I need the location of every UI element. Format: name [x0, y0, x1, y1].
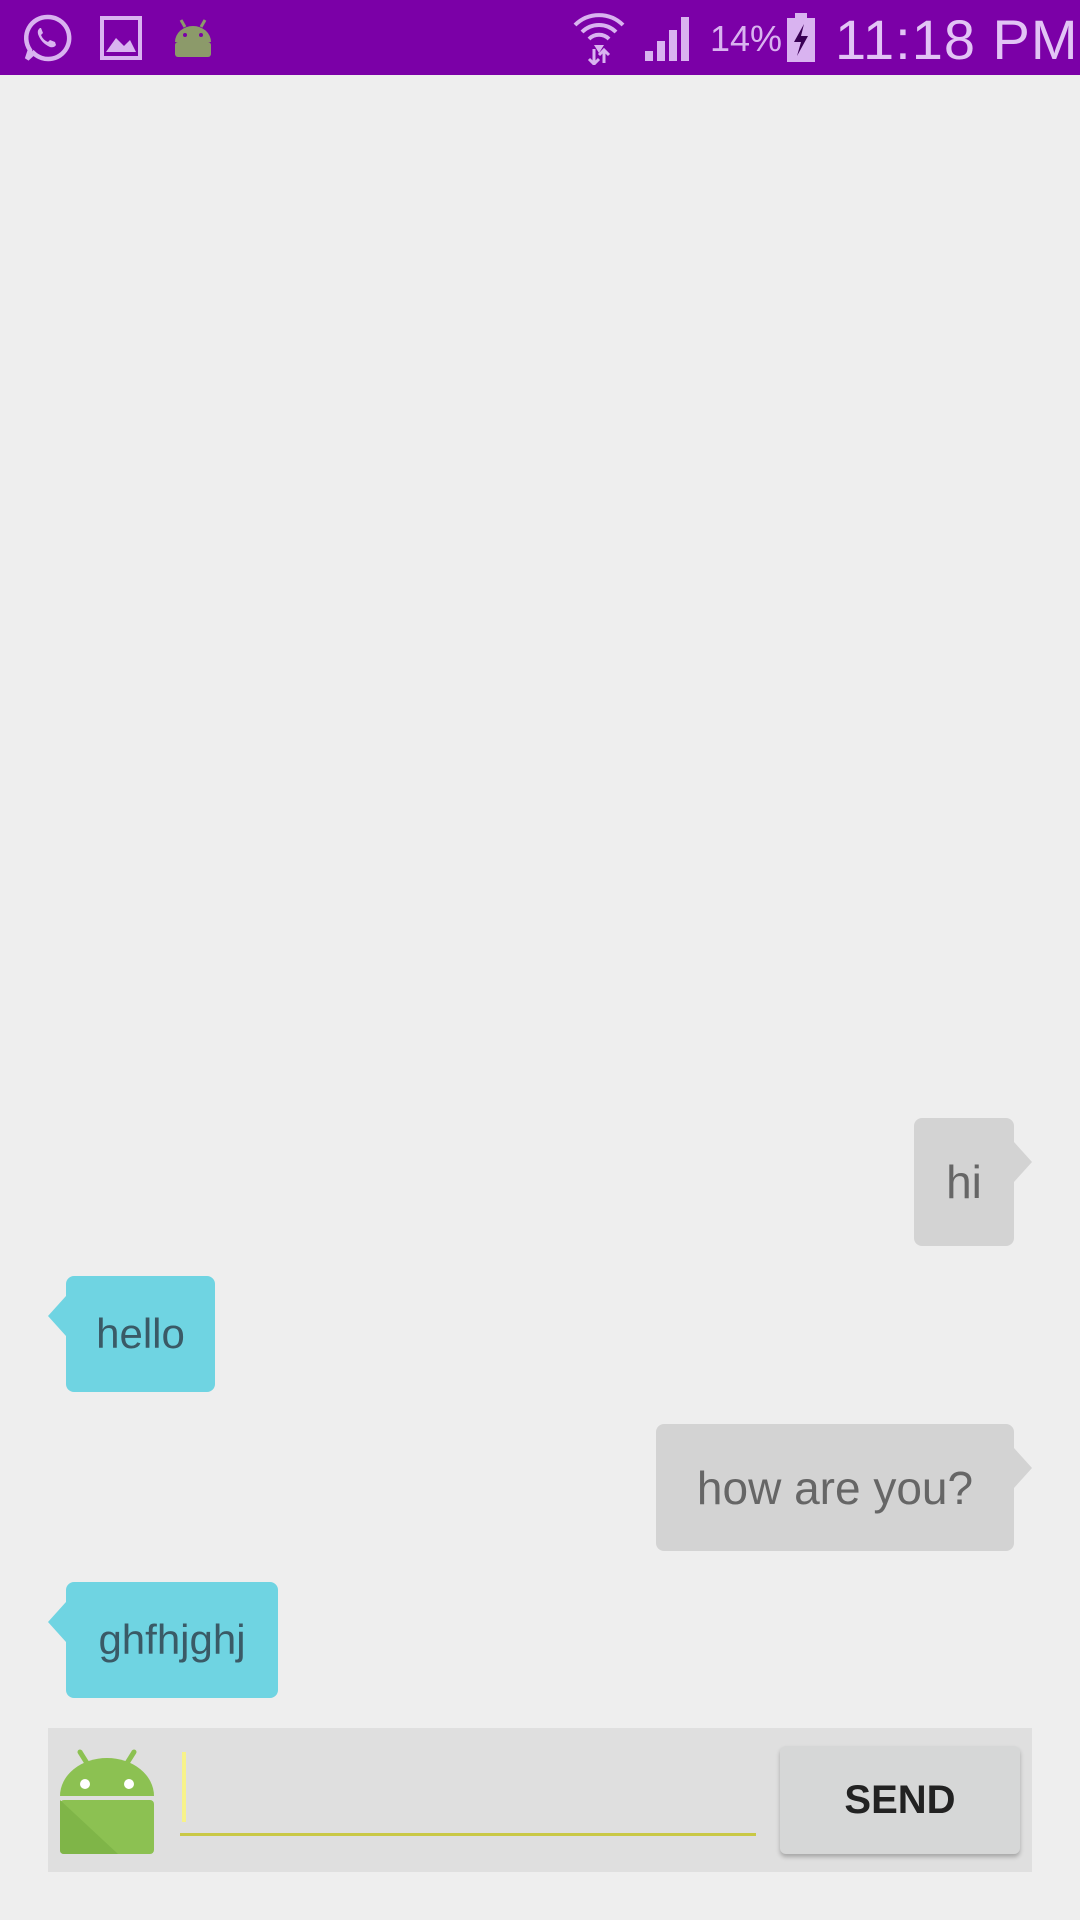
signal-icon — [642, 0, 696, 75]
send-button[interactable]: SEND — [780, 1746, 1020, 1854]
image-icon — [98, 0, 144, 75]
android-icon — [58, 1748, 156, 1856]
text-cursor — [182, 1752, 186, 1822]
battery-charging-icon — [784, 0, 818, 75]
message-bubble-incoming[interactable]: hello — [48, 1276, 215, 1392]
message-bubble-outgoing[interactable]: hi — [914, 1118, 1032, 1246]
wifi-icon — [572, 0, 626, 75]
message-composer: SEND — [48, 1728, 1032, 1872]
battery-percentage: 14% — [710, 18, 783, 59]
whatsapp-icon — [22, 0, 74, 75]
message-bubble-incoming[interactable]: ghfhjghj — [48, 1582, 278, 1698]
message-input[interactable] — [180, 1750, 756, 1836]
status-time: 11:18 PM — [835, 8, 1079, 71]
message-text: hi — [946, 1156, 982, 1208]
status-bar: 14% 11:18 PM — [0, 0, 1080, 75]
message-text: how are you? — [696, 1461, 974, 1514]
message-text: ghfhjghj — [98, 1616, 246, 1663]
message-text: hello — [96, 1310, 185, 1357]
message-bubble-outgoing[interactable]: how are you? — [656, 1424, 1032, 1551]
android-icon — [170, 0, 216, 75]
